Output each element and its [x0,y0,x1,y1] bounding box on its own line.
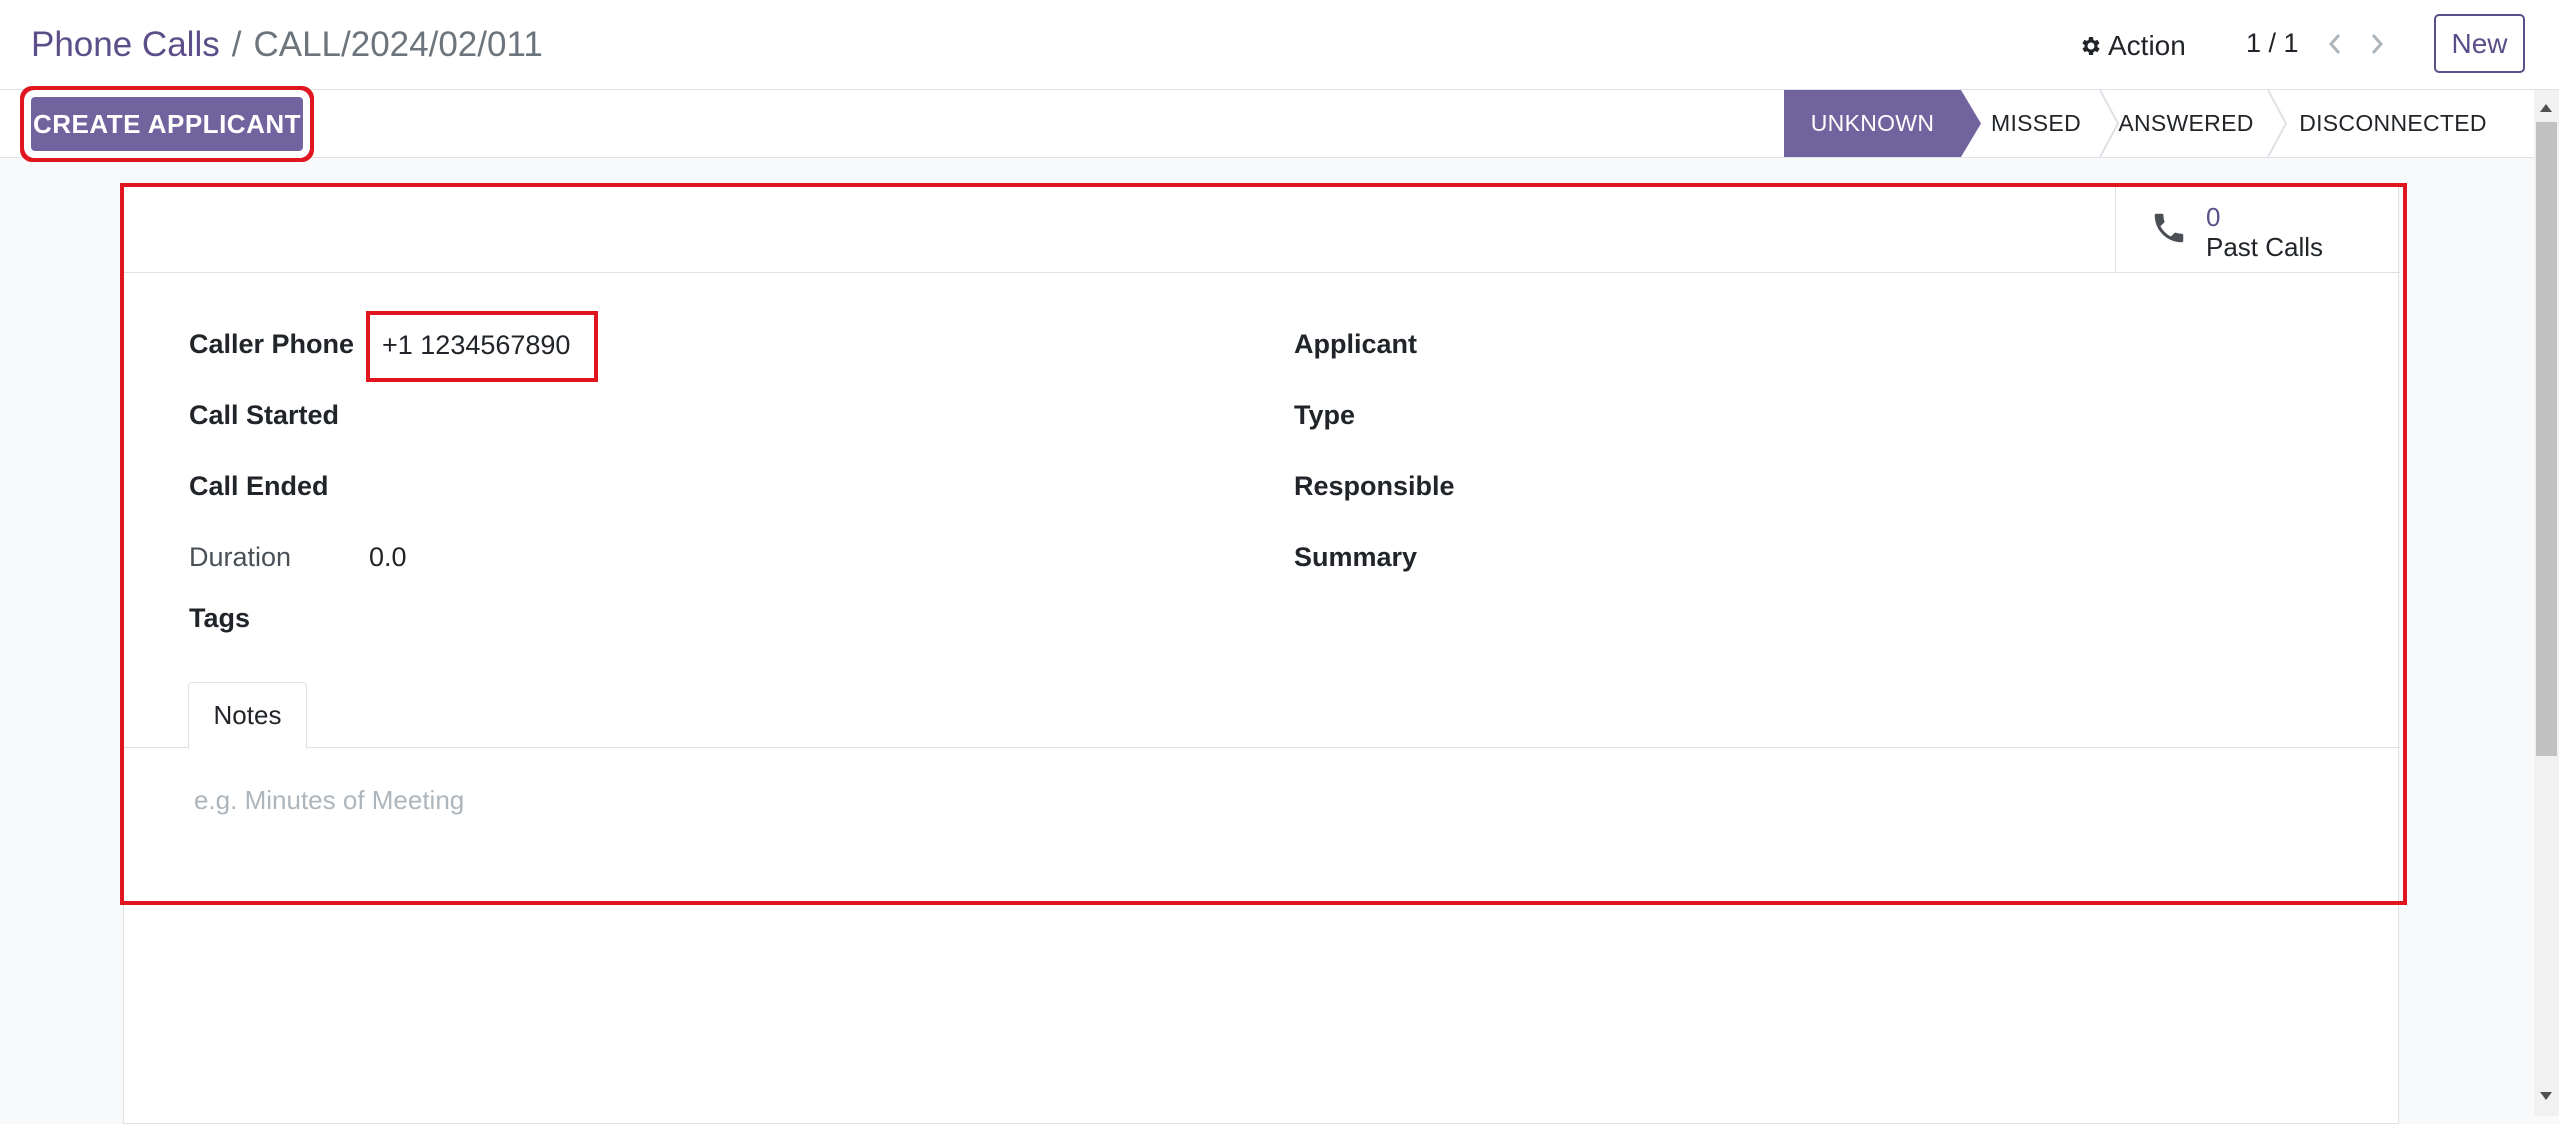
phone-icon [2154,213,2184,243]
chevron-right-icon [2371,34,2384,54]
breadcrumb-phone-calls-link[interactable]: Phone Calls [31,25,220,64]
new-button[interactable]: New [2434,14,2525,73]
caller-phone-input[interactable]: +1 1234567890 [366,311,598,382]
stage-label: UNKNOWN [1810,110,1935,136]
chevron-left-icon [2328,34,2341,54]
past-calls-count: 0 [2206,202,2221,232]
breadcrumb-current: CALL/2024/02/011 [253,25,543,64]
create-applicant-button[interactable]: CREATE APPLICANT [31,97,303,151]
stage-label: ANSWERED [2118,110,2254,136]
duration-label: Duration [189,542,292,572]
pager-next-button[interactable] [2362,24,2392,64]
action-label: Action [2108,30,2186,61]
pager-value[interactable]: 1 / 1 [2246,28,2299,59]
stage-answered[interactable]: ANSWERED [2106,90,2288,157]
scroll-down-arrow-icon[interactable] [2540,1092,2552,1100]
stage-disconnected[interactable]: DISCONNECTED [2276,90,2510,157]
stage-label: DISCONNECTED [2299,110,2487,136]
applicant-label: Applicant [1294,329,1418,359]
breadcrumb-separator: / [231,25,242,64]
past-calls-button[interactable]: 0 Past Calls [2115,185,2400,273]
scroll-up-arrow-icon[interactable] [2540,104,2552,112]
breadcrumb: Phone Calls / CALL/2024/02/011 [31,22,543,68]
status-bar: CREATE APPLICANT UNKNOWN MISSED ANSWERED… [0,90,2534,158]
stage-missed[interactable]: MISSED [1974,90,2120,157]
summary-label: Summary [1294,542,1418,572]
smart-button-box: 0 Past Calls [124,185,2400,273]
notes-editor[interactable]: e.g. Minutes of Meeting [194,785,2294,835]
caller-phone-label: Caller Phone [189,329,355,359]
type-label: Type [1294,400,1356,430]
pager-previous-button[interactable] [2320,24,2350,64]
tab-notes[interactable]: Notes [188,682,307,749]
tags-label: Tags [189,603,251,633]
form-sheet: 0 Past Calls Caller Phone +1 1234567890 … [123,184,2400,1124]
responsible-label: Responsible [1294,471,1455,501]
tab-notes-label: Notes [213,700,282,730]
vertical-scrollbar[interactable] [2534,90,2559,1116]
control-panel: Phone Calls / CALL/2024/02/011 Action 1 / … [0,0,2559,90]
stage-label: MISSED [1991,110,2081,136]
notebook-tabs: Notes [124,682,2400,749]
scroll-thumb[interactable] [2536,122,2557,756]
call-started-label: Call Started [189,400,340,430]
duration-value: 0.0 [369,542,407,572]
call-ended-label: Call Ended [189,471,329,501]
past-calls-label: Past Calls [2206,232,2324,262]
action-menu-button[interactable]: Action [2078,26,2186,66]
stage-unknown[interactable]: UNKNOWN [1784,90,1981,157]
gear-icon [2082,37,2100,55]
